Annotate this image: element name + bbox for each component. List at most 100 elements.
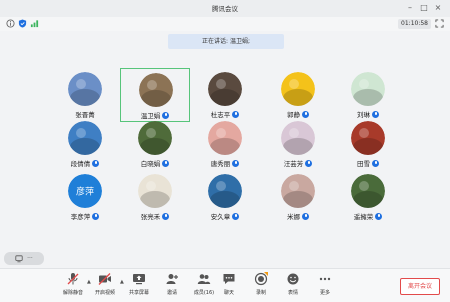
mic-icon: [305, 159, 313, 167]
participant-name: 张亮禾: [120, 211, 190, 221]
avatar: [138, 174, 172, 208]
participant-tile[interactable]: 遥擁荣: [333, 170, 403, 224]
mic-icon: [302, 212, 309, 220]
video-label: 开启视频: [94, 290, 115, 296]
record-icon: [254, 272, 268, 286]
participant-name-label: 米娜: [287, 213, 300, 221]
avatar: [139, 73, 173, 107]
participant-name-label: 唐秀丽: [210, 160, 231, 168]
shield-icon[interactable]: [18, 19, 27, 28]
participant-name-label: 李彦萍: [70, 213, 91, 221]
chat-label: 聊天: [223, 290, 234, 296]
chat-button[interactable]: 聊天: [212, 272, 246, 296]
participant-name: 汪芸芳: [263, 158, 333, 168]
participant-name-label: 遥擁荣: [353, 213, 374, 221]
mute-button[interactable]: 解除静音: [56, 272, 90, 296]
participant-tile[interactable]: 彦萍李彦萍: [50, 170, 120, 224]
participant-tile[interactable]: 安久章: [190, 170, 260, 224]
participant-name-label: 汪芸芳: [283, 160, 304, 168]
chat-icon: [223, 274, 235, 284]
share-screen-button[interactable]: 共享屏幕: [122, 272, 156, 296]
invite-label: 邀请: [166, 290, 177, 296]
participant-tile[interactable]: 汪芸芳: [263, 117, 333, 171]
maximize-icon[interactable]: □: [418, 2, 430, 14]
mute-label: 解除静音: [62, 290, 83, 296]
more-label: 更多: [319, 290, 330, 296]
info-icon[interactable]: [6, 19, 15, 28]
signal-icon[interactable]: [30, 19, 39, 28]
avatar: [281, 121, 315, 155]
participant-name-label: 张亮禾: [140, 213, 161, 221]
mic-icon: [162, 159, 170, 167]
leave-meeting-button[interactable]: 离开会议: [400, 278, 440, 295]
view-toggle-pill[interactable]: ···: [4, 252, 44, 265]
minimize-icon[interactable]: –: [404, 2, 416, 14]
mic-icon: [162, 212, 170, 220]
participant-tile[interactable]: 温卫娟: [120, 68, 190, 122]
close-icon[interactable]: ×: [432, 2, 444, 14]
avatar: [68, 121, 102, 155]
share-screen-icon: [133, 274, 145, 285]
reactions-label: 表情: [287, 290, 298, 296]
participant-tile[interactable]: 米娜: [263, 170, 333, 224]
participant-tile[interactable]: 杜志平: [190, 68, 260, 122]
participant-tile[interactable]: 田雪: [333, 117, 403, 171]
meeting-timer: 01:10:58: [398, 19, 431, 29]
add-user-icon: [166, 274, 178, 284]
participant-name-label: 田雪: [357, 160, 370, 168]
mic-off-icon: [67, 273, 79, 285]
participant-name: 安久章: [190, 211, 260, 221]
avatar: [208, 72, 242, 106]
mic-icon: [232, 159, 240, 167]
participant-name: 白晓娟: [120, 158, 190, 168]
avatar: [208, 174, 242, 208]
participant-name-label: 安久章: [210, 213, 231, 221]
avatar: [281, 72, 315, 106]
mic-icon: [232, 212, 240, 220]
participant-tile[interactable]: 张晋菁: [50, 68, 120, 122]
title-bar: 腾讯会议 – □ ×: [0, 0, 450, 17]
mic-icon: [92, 212, 100, 220]
avatar: [281, 174, 315, 208]
participant-name: 唐秀丽: [190, 158, 260, 168]
participant-name: 田雪: [333, 158, 403, 168]
more-button[interactable]: 更多: [308, 272, 342, 296]
window-title: 腾讯会议: [212, 5, 238, 13]
participant-tile[interactable]: 白晓娟: [120, 117, 190, 171]
mic-icon: [375, 212, 383, 220]
bottom-toolbar: 解除静音 ▲ 开启视频 ▲ 共享屏幕 邀请 成员(16) 聊天 录制 表情 更多…: [0, 268, 450, 302]
participant-name: 米娜: [263, 211, 333, 221]
smiley-icon: [287, 273, 299, 285]
members-icon: [197, 274, 211, 284]
participant-name-label: 段倩倩: [70, 160, 91, 168]
participant-tile[interactable]: 张亮禾: [120, 170, 190, 224]
reactions-button[interactable]: 表情: [276, 272, 310, 296]
video-button[interactable]: 开启视频: [88, 272, 122, 296]
record-label: 录制: [255, 290, 266, 296]
avatar: [351, 72, 385, 106]
avatar-initials: 彦萍: [76, 186, 94, 198]
avatar: 彦萍: [68, 174, 102, 208]
avatar: [351, 121, 385, 155]
participant-tile[interactable]: 郭静: [263, 68, 333, 122]
participant-name-label: 白晓娟: [140, 160, 161, 168]
participant-tile[interactable]: 刘琳: [333, 68, 403, 122]
share-screen-label: 共享屏幕: [128, 290, 149, 296]
speaking-banner: 正在讲话: 温卫娟;: [168, 34, 284, 49]
participant-tile[interactable]: 唐秀丽: [190, 117, 260, 171]
mic-icon: [92, 159, 100, 167]
record-button[interactable]: 录制: [244, 272, 278, 296]
invite-button[interactable]: 邀请: [155, 272, 189, 296]
participant-name: 李彦萍: [50, 211, 120, 221]
mic-icon: [372, 159, 379, 167]
meeting-info-bar: 01:10:58: [0, 17, 450, 31]
avatar: [351, 174, 385, 208]
avatar: [68, 72, 102, 106]
dots-icon: ···: [27, 255, 33, 262]
fullscreen-icon[interactable]: [435, 19, 444, 28]
participant-tile[interactable]: 段倩倩: [50, 117, 120, 171]
camera-off-icon: [98, 273, 111, 285]
avatar: [138, 121, 172, 155]
avatar: [208, 121, 242, 155]
more-icon: [319, 277, 331, 281]
